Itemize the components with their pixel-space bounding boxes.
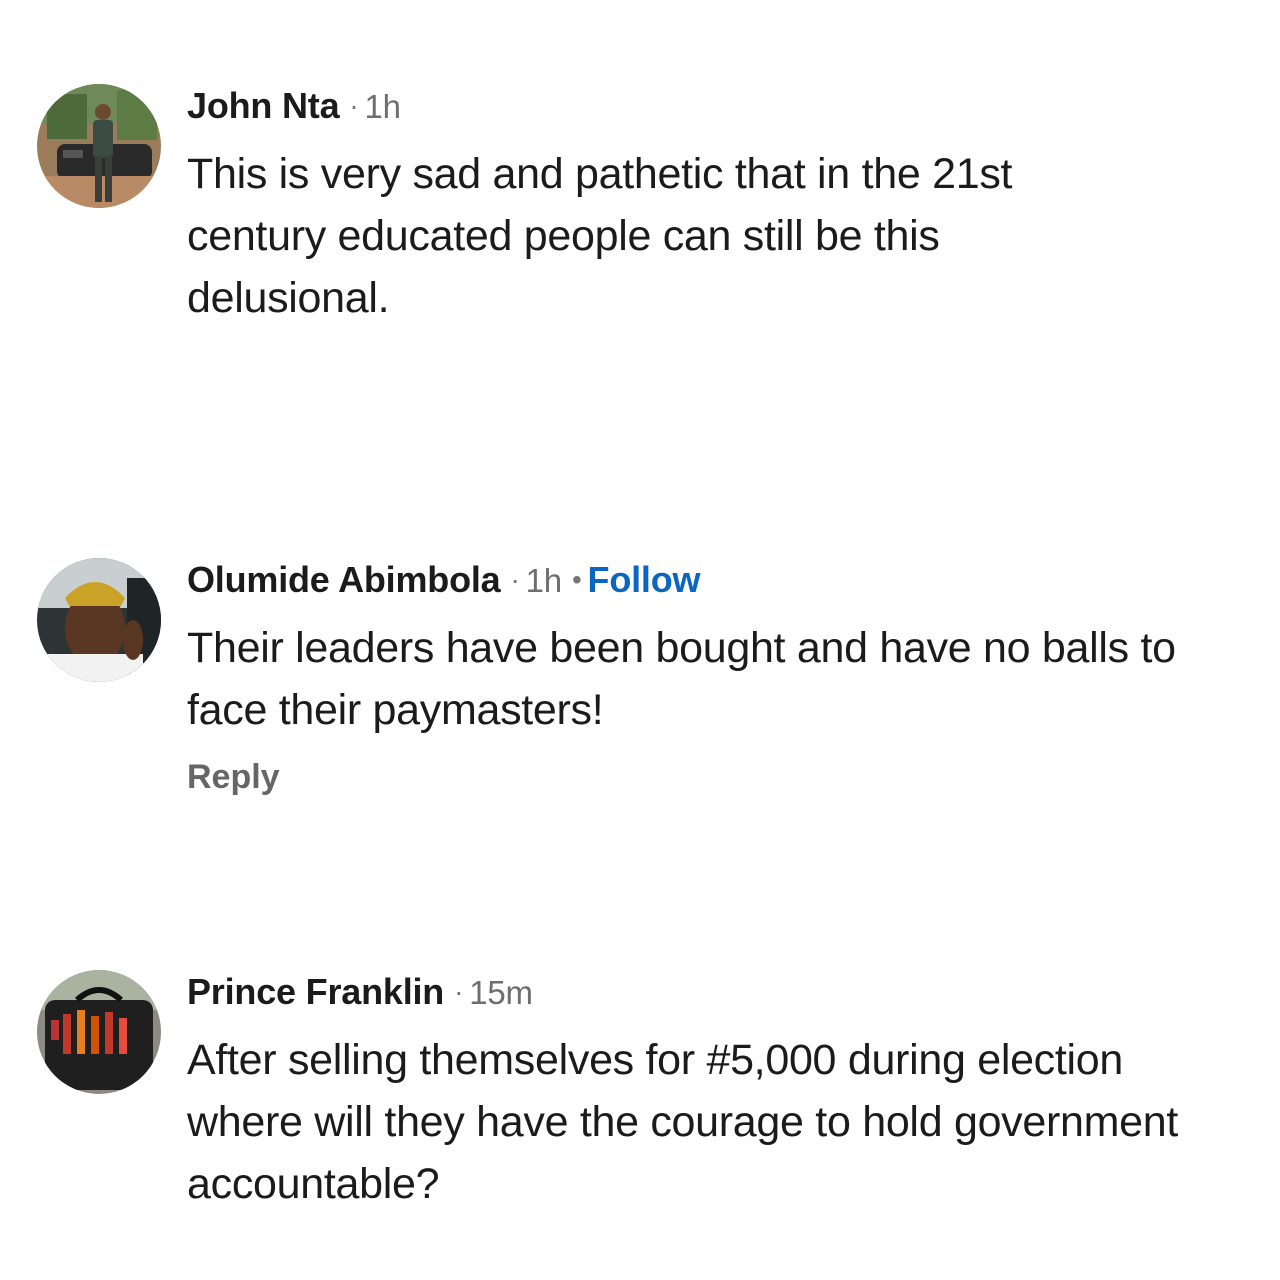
meta-separator: · <box>349 90 359 121</box>
comment-text: After selling themselves for #5,000 duri… <box>187 1036 1179 1208</box>
comment-meta: John Nta · 1h <box>187 84 1240 131</box>
comment-text: Their leaders have been bought and have … <box>187 624 1176 734</box>
follow-button[interactable]: Follow <box>588 559 701 600</box>
comment-body: Prince Franklin · 15m After selling themse… <box>187 970 1240 1215</box>
comment-time: 1h <box>525 562 563 599</box>
avatar[interactable] <box>37 558 161 682</box>
comment-body: Olumide Abimbola · 1h • Follow Their leaders… <box>187 558 1240 741</box>
profile-photo-man-with-car-icon <box>37 84 161 208</box>
comment-body: John Nta · 1h This is very sad and patheti… <box>187 84 1240 329</box>
meta-separator: · <box>454 976 464 1007</box>
reply-button[interactable]: Reply <box>187 758 280 797</box>
comment-time: 15m <box>469 974 533 1011</box>
comment-meta: Olumide Abimbola · 1h • Follow <box>187 558 1240 605</box>
avatar[interactable] <box>37 970 161 1094</box>
comment-text: This is very sad and pathetic that in th… <box>187 150 1013 322</box>
author-name[interactable]: Prince Franklin <box>187 971 444 1012</box>
avatar[interactable] <box>37 84 161 208</box>
meta-separator: · <box>510 564 520 595</box>
follow-separator: • <box>571 564 582 595</box>
author-name[interactable]: Olumide Abimbola <box>187 559 501 600</box>
profile-photo-man-in-car-icon <box>37 558 161 682</box>
profile-photo-tool-bag-icon <box>37 970 161 1094</box>
comment-meta: Prince Franklin · 15m <box>187 970 1240 1017</box>
comment-time: 1h <box>364 88 402 125</box>
author-name[interactable]: John Nta <box>187 85 340 126</box>
